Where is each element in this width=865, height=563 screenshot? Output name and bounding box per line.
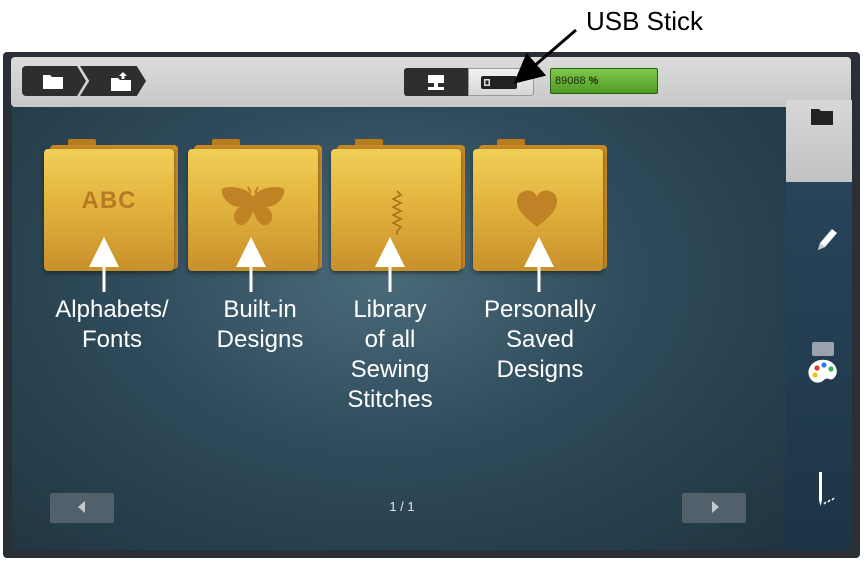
chevron-right-icon: [712, 501, 719, 513]
page-indicator: 1 / 1: [389, 499, 415, 514]
previous-page-button[interactable]: [50, 493, 114, 523]
chevron-left-icon: [78, 501, 85, 513]
annotation-arrows: [89, 28, 577, 292]
arrow-usb-stick: [513, 28, 577, 84]
next-page-button[interactable]: [682, 493, 746, 523]
